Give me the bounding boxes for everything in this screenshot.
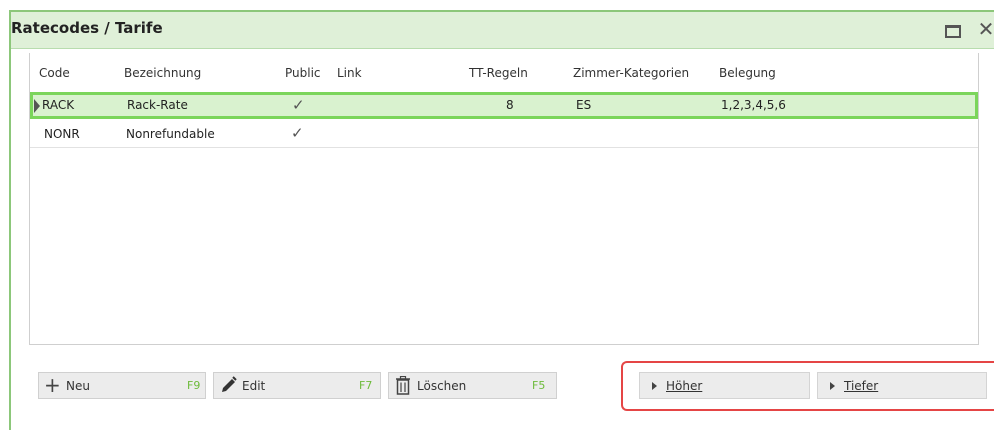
new-button-shortcut: F9 xyxy=(187,379,201,392)
table-header: Code Bezeichnung Public Link TT-Regeln Z… xyxy=(29,66,979,86)
window-title: Ratecodes / Tarife xyxy=(11,19,163,37)
cell-bezeichnung: Rack-Rate xyxy=(127,98,188,112)
checkmark-icon: ✓ xyxy=(292,96,305,114)
edit-button-shortcut: F7 xyxy=(359,379,373,392)
triangle-right-icon xyxy=(652,382,657,390)
edit-button[interactable]: Edit F7 xyxy=(213,372,381,399)
move-up-button[interactable]: Höher xyxy=(639,372,810,399)
delete-button-label: Löschen xyxy=(417,379,467,393)
column-header-belegung[interactable]: Belegung xyxy=(719,66,776,80)
edit-button-label: Edit xyxy=(242,379,266,393)
new-button[interactable]: + Neu F9 xyxy=(38,372,206,399)
move-up-button-label: Höher xyxy=(666,379,703,393)
plus-icon: + xyxy=(44,373,61,397)
cell-code: RACK xyxy=(42,98,75,112)
delete-button-shortcut: F5 xyxy=(532,379,546,392)
pencil-icon xyxy=(220,376,238,399)
cell-tt-regeln: 8 xyxy=(506,98,514,112)
table-row-rack[interactable]: RACK Rack-Rate ✓ 8 ES 1,2,3,4,5,6 xyxy=(30,92,978,119)
column-header-link[interactable]: Link xyxy=(337,66,362,80)
column-header-code[interactable]: Code xyxy=(39,66,70,80)
column-header-zimmer-kategorien[interactable]: Zimmer-Kategorien xyxy=(573,66,689,80)
maximize-icon[interactable] xyxy=(945,25,961,38)
trash-icon xyxy=(395,375,411,400)
close-icon[interactable]: ✕ xyxy=(977,19,994,39)
cell-zimmer-kategorien: ES xyxy=(576,98,592,112)
column-header-public[interactable]: Public xyxy=(285,66,321,80)
cell-belegung: 1,2,3,4,5,6 xyxy=(721,98,786,112)
move-down-button[interactable]: Tiefer xyxy=(817,372,987,399)
checkmark-icon: ✓ xyxy=(291,124,304,142)
triangle-right-icon xyxy=(830,382,835,390)
cell-code: NONR xyxy=(44,127,80,141)
move-down-button-label: Tiefer xyxy=(844,379,879,393)
column-header-bezeichnung[interactable]: Bezeichnung xyxy=(124,66,201,80)
table-row-nonr[interactable]: NONR Nonrefundable ✓ xyxy=(30,121,978,148)
cell-bezeichnung: Nonrefundable xyxy=(126,127,215,141)
delete-button[interactable]: Löschen F5 xyxy=(388,372,557,399)
row-pointer-icon xyxy=(34,99,40,113)
title-bar[interactable]: Ratecodes / Tarife ✕ xyxy=(11,12,994,49)
new-button-label: Neu xyxy=(66,379,90,393)
column-header-tt-regeln[interactable]: TT-Regeln xyxy=(469,66,528,80)
